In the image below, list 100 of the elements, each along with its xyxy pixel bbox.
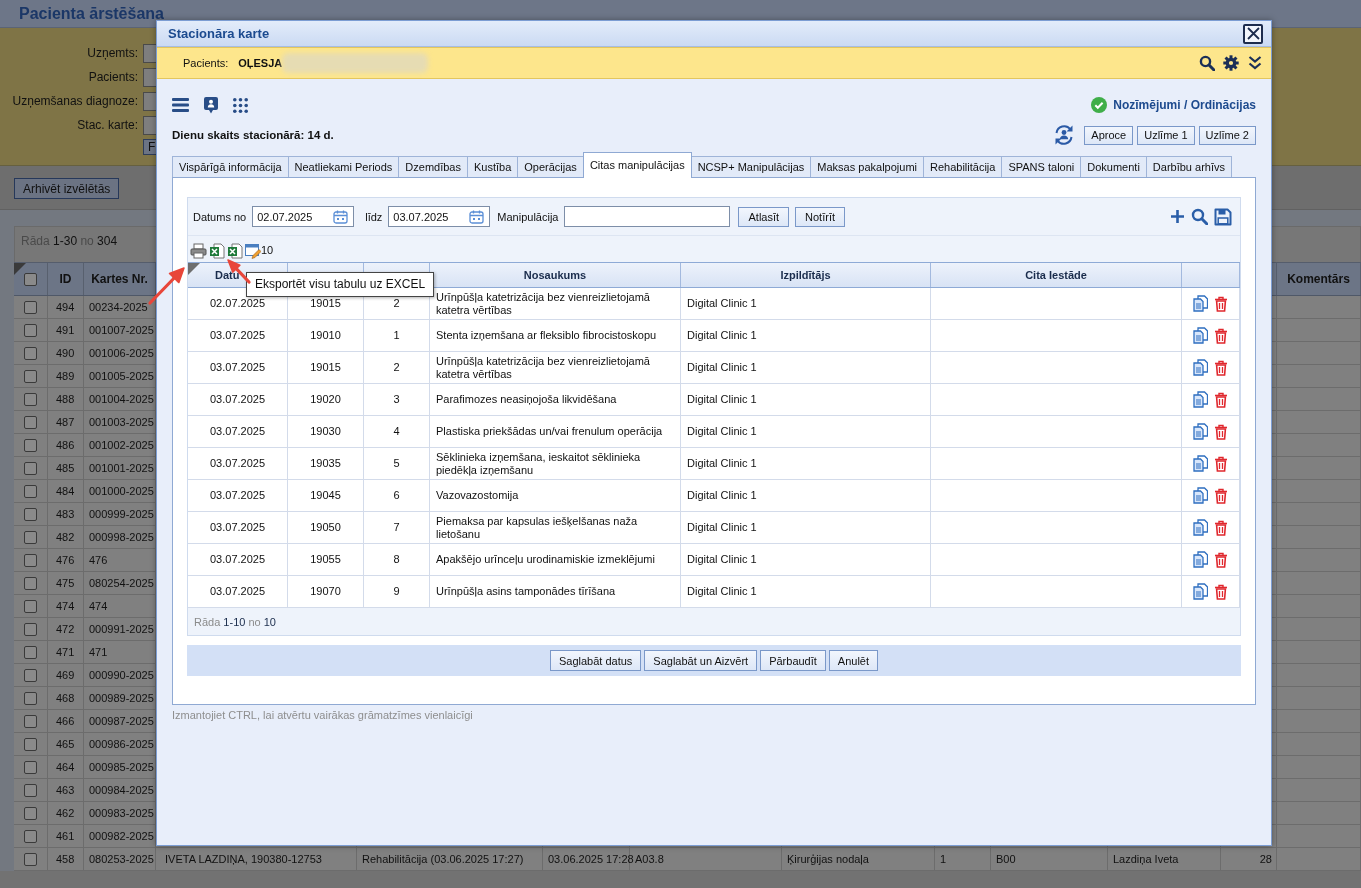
copy-icon[interactable] — [1193, 327, 1208, 344]
checkbox[interactable] — [24, 760, 37, 774]
tab[interactable]: Neatliekami Periods — [287, 156, 400, 177]
toolbar-button[interactable]: Uzlīme 1 — [1137, 125, 1195, 145]
tab[interactable]: SPANS taloni — [1001, 156, 1082, 177]
person-marker-icon[interactable] — [204, 96, 218, 114]
grid-icon[interactable] — [233, 97, 248, 113]
plus-icon[interactable] — [1170, 209, 1185, 224]
checkbox[interactable] — [24, 668, 37, 682]
field-label: Datums no — [193, 210, 247, 223]
table-cell: 466 — [48, 710, 84, 732]
checkbox[interactable] — [24, 415, 37, 429]
close-button[interactable] — [1243, 23, 1263, 44]
date-field[interactable]: 03.07.2025 — [388, 206, 491, 227]
window-pencil-icon[interactable] — [245, 243, 261, 259]
action-button[interactable]: Pārbaudīt — [760, 650, 826, 671]
tab[interactable]: Kustība — [467, 156, 519, 177]
tab[interactable]: Dokumenti — [1080, 156, 1147, 177]
table-cell: Lazdiņa Iveta — [1108, 848, 1221, 870]
checkbox[interactable] — [24, 645, 37, 659]
hint-text: Izmantojiet CTRL, lai atvērtu vairākas grāmatzīmes vienlaicīgi — [172, 709, 474, 721]
checkbox[interactable] — [24, 507, 37, 521]
form-button[interactable]: Notīrīt — [795, 206, 845, 227]
copy-icon[interactable] — [1193, 487, 1208, 504]
input-field[interactable] — [143, 91, 156, 111]
checkbox[interactable] — [24, 806, 37, 820]
tab[interactable]: NCSP+ Manipulācijas — [690, 156, 812, 177]
checkbox[interactable] — [24, 438, 37, 452]
form-button[interactable]: Atlasīt — [738, 206, 790, 227]
checkbox[interactable] — [24, 737, 37, 751]
double-chevron-icon[interactable] — [1247, 55, 1263, 71]
copy-icon[interactable] — [1193, 359, 1208, 376]
checkbox[interactable] — [24, 484, 37, 498]
archive-button[interactable]: Arhivēt izvēlētās — [14, 178, 120, 199]
copy-icon[interactable] — [1193, 519, 1208, 536]
checkbox[interactable] — [24, 852, 37, 866]
tab[interactable]: Darbību arhīvs — [1145, 156, 1232, 177]
nav-link[interactable]: Nozīmējumi / Ordinācijas — [1113, 98, 1256, 112]
input-field[interactable] — [564, 206, 731, 227]
checkbox[interactable] — [24, 829, 37, 843]
input-field[interactable] — [143, 115, 156, 135]
spreadsheet-icon[interactable] — [227, 243, 243, 259]
trash-icon[interactable] — [1214, 455, 1228, 472]
checkbox[interactable] — [24, 576, 37, 590]
checkbox[interactable] — [24, 783, 37, 797]
checkbox[interactable] — [24, 272, 37, 286]
tab[interactable]: Operācijas — [517, 156, 584, 177]
trash-icon[interactable] — [1214, 327, 1228, 344]
form-button[interactable]: F — [143, 139, 156, 155]
search-icon[interactable] — [1191, 208, 1208, 225]
checkbox[interactable] — [24, 461, 37, 475]
checkbox[interactable] — [24, 553, 37, 567]
checkbox[interactable] — [24, 346, 37, 360]
copy-icon[interactable] — [1193, 295, 1208, 312]
tab[interactable]: Maksas pakalpojumi — [810, 156, 924, 177]
checkbox[interactable] — [24, 369, 37, 383]
checkbox[interactable] — [24, 622, 37, 636]
checkbox[interactable] — [24, 300, 37, 314]
trash-icon[interactable] — [1214, 423, 1228, 440]
checkbox[interactable] — [24, 691, 37, 705]
checkbox[interactable] — [24, 599, 37, 613]
checkbox[interactable] — [24, 714, 37, 728]
trash-icon[interactable] — [1214, 359, 1228, 376]
input-field[interactable] — [143, 67, 156, 87]
trash-icon[interactable] — [1214, 551, 1228, 568]
tab[interactable]: Rehabilitācija — [923, 156, 1003, 177]
copy-icon[interactable] — [1193, 583, 1208, 600]
input-field[interactable] — [143, 43, 156, 63]
calendar-icon[interactable] — [469, 209, 485, 224]
action-button[interactable]: Saglabāt un Aizvērt — [644, 650, 758, 671]
table-cell: Piemaksa par kapsulas iešķelšanas naža lietošanu — [430, 512, 681, 543]
checkbox[interactable] — [24, 392, 37, 406]
action-button[interactable]: Anulēt — [828, 650, 879, 671]
checkbox[interactable] — [24, 323, 37, 337]
tab[interactable]: Vispārīgā informācija — [172, 156, 289, 177]
person-sync-icon[interactable] — [1053, 124, 1076, 146]
spreadsheet-icon[interactable] — [209, 243, 225, 259]
trash-icon[interactable] — [1214, 519, 1228, 536]
settings-icon[interactable] — [1223, 55, 1239, 71]
printer-icon[interactable] — [190, 243, 207, 259]
calendar-icon[interactable] — [333, 209, 349, 224]
copy-icon[interactable] — [1193, 423, 1208, 440]
search-icon[interactable] — [1199, 55, 1215, 71]
trash-icon[interactable] — [1214, 583, 1228, 600]
toolbar-button[interactable]: Aproce — [1084, 125, 1134, 145]
trash-icon[interactable] — [1214, 391, 1228, 408]
date-field[interactable]: 02.07.2025 — [252, 206, 355, 227]
tab[interactable]: Citas manipulācijas — [582, 152, 692, 178]
trash-icon[interactable] — [1214, 295, 1228, 312]
copy-icon[interactable] — [1193, 455, 1208, 472]
menu-icon[interactable] — [172, 98, 189, 112]
trash-icon[interactable] — [1214, 487, 1228, 504]
checkbox[interactable] — [24, 530, 37, 544]
toolbar-button[interactable]: Uzlīme 2 — [1198, 125, 1256, 145]
tab[interactable]: Dzemdības — [398, 156, 468, 177]
copy-icon[interactable] — [1193, 551, 1208, 568]
page-size-text[interactable]: 10 — [261, 244, 274, 257]
table-cell: 462 — [48, 802, 84, 824]
copy-icon[interactable] — [1193, 391, 1208, 408]
action-button[interactable]: Saglabāt datus — [549, 650, 642, 671]
